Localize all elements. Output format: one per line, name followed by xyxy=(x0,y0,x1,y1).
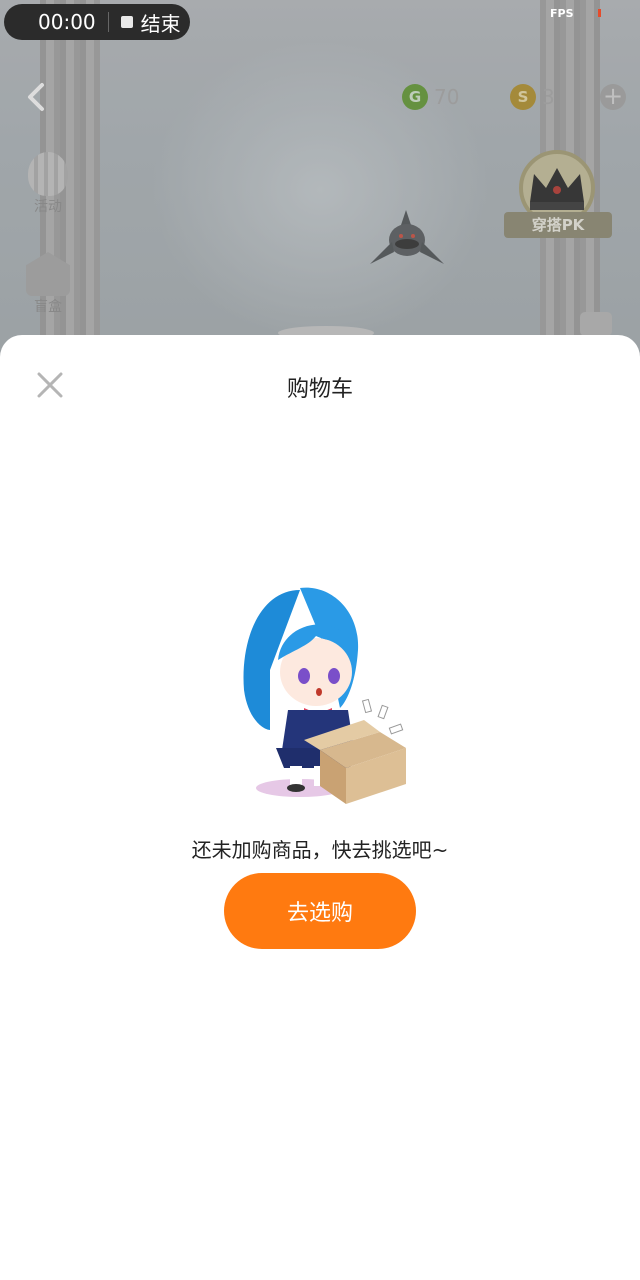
screen-recording-pill: 00:00 结束 xyxy=(4,4,190,40)
fps-label: FPS xyxy=(550,7,574,20)
shopping-cart-sheet: 购物车 还未加购商品，快去挑选吧~ 去选购 xyxy=(0,335,640,1280)
stop-recording-button[interactable]: 结束 xyxy=(141,8,181,37)
go-shopping-button[interactable]: 去选购 xyxy=(224,873,416,949)
dim-overlay xyxy=(0,0,640,360)
stop-icon[interactable] xyxy=(120,16,133,28)
fps-indicator xyxy=(598,9,601,17)
empty-cart-message: 还未加购商品，快去挑选吧~ xyxy=(191,838,449,862)
empty-cart-illustration xyxy=(243,587,406,804)
sheet-title: 购物车 xyxy=(286,377,353,402)
game-background: G 70 S 3 + 活动 盲盒 穿搭PK xyxy=(0,0,640,360)
recording-time: 00:00 xyxy=(38,10,96,34)
divider xyxy=(107,12,109,32)
